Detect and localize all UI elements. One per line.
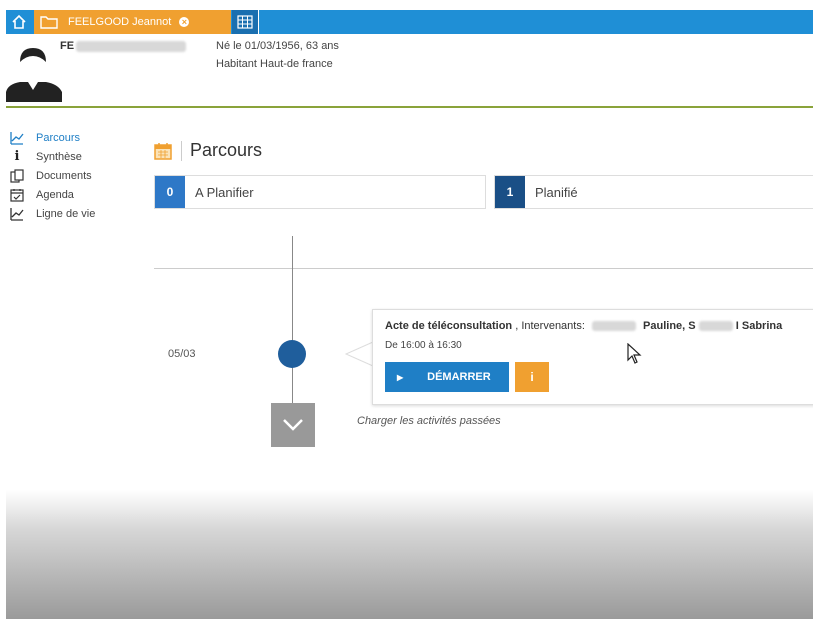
info-icon: i [14,149,20,164]
sidebar: Parcours i Synthèse Documents Agenda Lig… [6,128,126,223]
status-label: A Planifier [195,184,254,200]
sidebar-item-parcours[interactable]: Parcours [6,128,126,147]
top-bar: FEELGOOD Jeannot × [6,10,813,34]
activity-title-line: Acte de téléconsultation , Intervenants:… [385,320,782,332]
timeline-dot[interactable] [278,340,306,368]
intervenant-2: I Sabrina [735,320,783,332]
sidebar-item-documents[interactable]: Documents [6,166,126,185]
timeline-date: 05/03 [168,348,196,360]
status-planned[interactable]: 1 Planifié [494,175,813,209]
start-button-label: DÉMARRER [427,371,491,383]
redacted-name [698,321,733,332]
sidebar-item-agenda[interactable]: Agenda [6,185,126,204]
patient-header: FE Né le 01/03/1956, 63 ans Habitant Hau… [6,34,813,108]
bottom-fade [6,490,813,619]
chart-line-icon [10,207,24,221]
home-button[interactable] [6,10,32,34]
status-count: 1 [495,176,525,208]
load-past-link[interactable]: Charger les activités passées [357,415,501,427]
documents-icon [10,168,24,183]
sidebar-item-ligne-de-vie[interactable]: Ligne de vie [6,204,126,223]
calendar-icon [154,142,172,160]
play-icon: ▶ [397,372,404,382]
patient-tab-label: FEELGOOD Jeannot [68,16,172,28]
residence-info: Habitant Haut-de france [216,58,333,70]
info-button[interactable]: i [515,362,549,392]
status-to-plan[interactable]: 0 A Planifier [154,175,486,209]
status-count: 0 [155,176,185,208]
app-frame: FEELGOOD Jeannot × FE Né le 01/03/1956, … [6,10,813,619]
folder-icon [40,15,58,29]
patient-tab[interactable]: FEELGOOD Jeannot × [34,10,231,34]
status-label: Planifié [535,184,578,200]
activity-title: Acte de téléconsultation [385,320,513,332]
activity-time: De 16:00 à 16:30 [385,340,462,351]
page-title: Parcours [153,140,262,161]
chevron-down-icon [283,419,303,431]
mouse-cursor-icon [627,343,642,364]
birth-info: Né le 01/03/1956, 63 ans [216,40,339,52]
intervenants-label: , Intervenants: [515,320,585,332]
divider [154,268,813,269]
calendar-grid-icon [237,15,253,29]
timeline-line [292,236,293,426]
calendar-check-icon [10,188,24,202]
intervenant-1: Pauline, S [643,320,696,332]
sidebar-item-synthese[interactable]: i Synthèse [6,147,126,166]
close-icon[interactable]: × [179,17,190,27]
home-icon [12,14,26,29]
redacted-name [76,40,187,52]
chart-line-icon [10,131,24,145]
calendar-tab[interactable] [232,10,259,34]
activity-card: Acte de téléconsultation , Intervenants:… [372,309,813,405]
avatar [6,40,66,102]
start-button[interactable]: ▶ DÉMARRER [385,362,509,392]
redacted-name [591,321,636,332]
load-past-button[interactable] [271,403,315,447]
patient-name: FE [60,40,187,52]
